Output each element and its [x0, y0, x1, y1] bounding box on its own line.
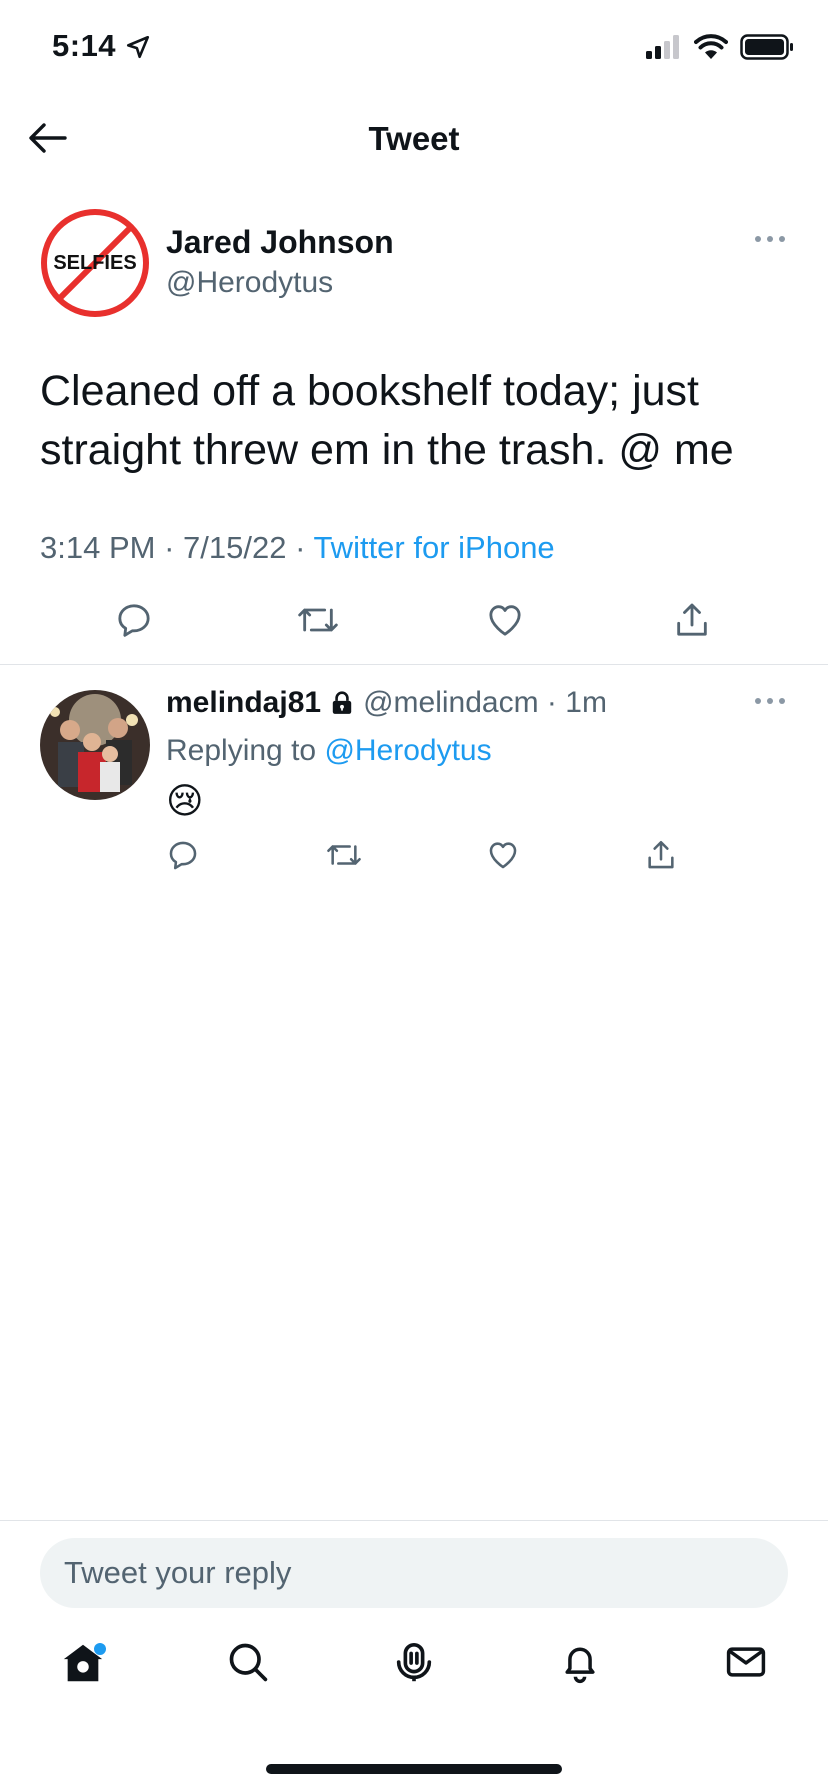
search-icon[interactable]	[226, 1640, 270, 1684]
author-name[interactable]: Jared Johnson	[166, 224, 394, 261]
like-icon[interactable]	[485, 838, 521, 872]
author-handle[interactable]: @Herodytus	[166, 266, 333, 300]
lock-icon	[329, 690, 355, 716]
like-icon[interactable]	[484, 600, 526, 640]
tweet-source-link[interactable]: Twitter for iPhone	[313, 530, 554, 565]
replying-to: Replying to @Herodytus	[166, 734, 492, 768]
home-indicator	[266, 1764, 562, 1774]
composer-divider	[0, 1520, 828, 1521]
reply-text-emoji: 😢	[166, 780, 204, 821]
divider	[0, 664, 828, 665]
tweet-actions	[0, 600, 828, 650]
reply-header: melindaj81 @melindacm · 1m	[166, 686, 607, 720]
page-title: Tweet	[368, 120, 460, 157]
retweet-icon[interactable]	[296, 600, 340, 640]
tweet-meta: 3:14 PM · 7/15/22 · Twitter for iPhone	[40, 530, 555, 565]
spaces-icon[interactable]	[391, 1640, 437, 1686]
home-notification-dot	[94, 1643, 106, 1655]
tweet-date: 7/15/22	[183, 530, 287, 565]
status-icons	[646, 34, 794, 60]
reply-author-handle[interactable]: @melindacm	[363, 686, 539, 720]
tweet-time: 3:14 PM	[40, 530, 156, 565]
reply-avatar[interactable]	[40, 690, 150, 800]
location-arrow-icon	[125, 34, 151, 60]
avatar-badge-text: SELFIES	[53, 252, 137, 274]
reply-more-options-icon[interactable]	[754, 696, 786, 706]
reply-icon[interactable]	[166, 838, 200, 872]
messages-icon[interactable]	[724, 1640, 768, 1684]
reply-input[interactable]: Tweet your reply	[40, 1538, 788, 1608]
reply-author-name[interactable]: melindaj81	[166, 686, 321, 720]
reply-time: 1m	[565, 686, 607, 719]
wifi-icon	[694, 34, 728, 60]
cellular-signal-icon	[646, 35, 682, 59]
status-time: 5:14	[52, 28, 117, 63]
tab-bar	[0, 1640, 828, 1710]
share-icon[interactable]	[644, 838, 678, 872]
share-icon[interactable]	[672, 600, 712, 640]
tweet-text: Cleaned off a bookshelf today; just stra…	[40, 367, 734, 474]
retweet-icon[interactable]	[325, 838, 363, 872]
reply-icon[interactable]	[114, 600, 154, 640]
battery-icon	[740, 34, 794, 60]
notifications-icon[interactable]	[558, 1640, 602, 1686]
replying-mention-link[interactable]: @Herodytus	[324, 734, 491, 767]
replying-prefix: Replying to	[166, 734, 317, 767]
reply-actions	[0, 838, 828, 878]
more-options-icon[interactable]	[754, 234, 786, 244]
